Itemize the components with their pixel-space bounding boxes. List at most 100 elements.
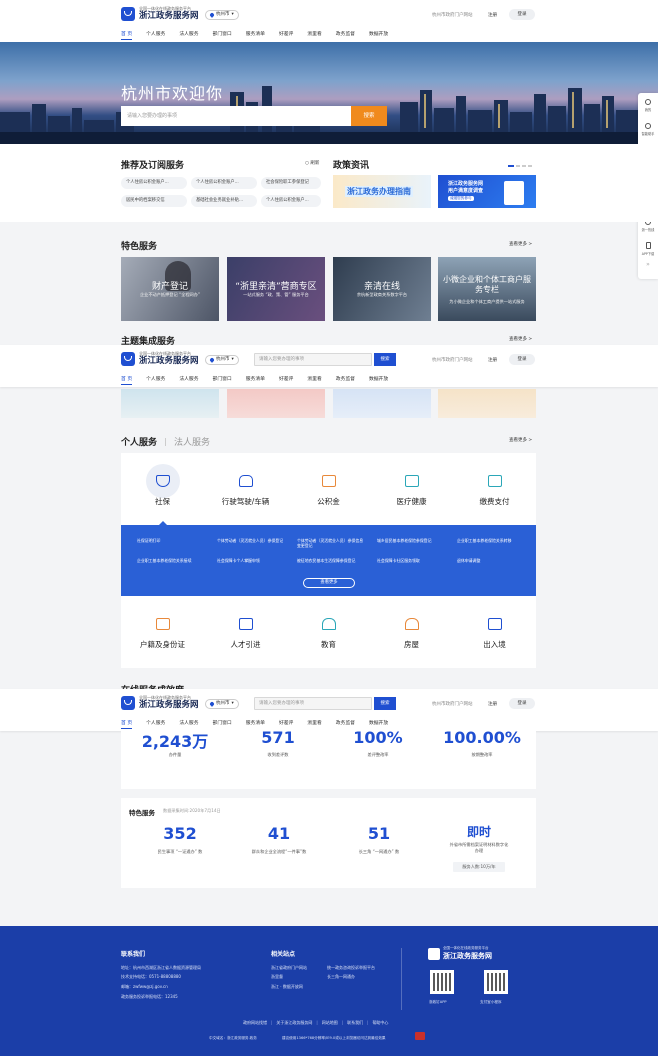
featured-more-link[interactable]: 查看更多 > bbox=[509, 241, 532, 247]
login-button[interactable]: 登录 bbox=[509, 698, 535, 709]
nav-departments[interactable]: 部门窗口 bbox=[213, 375, 232, 385]
register-link[interactable]: 注册 bbox=[488, 12, 497, 18]
nav-open-data[interactable]: 数据开放 bbox=[369, 30, 388, 40]
city-selector[interactable]: 杭州市 ▾ bbox=[205, 699, 239, 709]
site-logo[interactable]: 全国一体化在线政务服务平台 浙江政务服务网 bbox=[121, 6, 199, 21]
panel-link[interactable]: 社保证明打印 bbox=[137, 538, 205, 543]
svc-driving[interactable]: 行驶驾驶/车辆 bbox=[204, 475, 287, 507]
pager-dot-active[interactable] bbox=[508, 165, 514, 167]
tab-personal[interactable]: 个人服务 bbox=[121, 435, 157, 448]
svc-housing[interactable]: 房屋 bbox=[370, 618, 453, 650]
news-banner-survey[interactable]: 浙江政务服务网 用户满意度调查 诚邀您的参与 bbox=[438, 175, 536, 208]
nav-home[interactable]: 首 页 bbox=[121, 375, 133, 385]
footer-bottom-link[interactable]: 帮助中心 bbox=[372, 1020, 388, 1026]
featured-card-qingqing[interactable]: 亲清在线 余杭新型政商关系数字平台 bbox=[333, 257, 431, 321]
nav-service-list[interactable]: 服务清单 bbox=[246, 375, 265, 385]
theme-card[interactable] bbox=[227, 389, 325, 418]
recommend-chip[interactable]: 居民中的档案移交信 bbox=[121, 195, 187, 207]
hero-search-button[interactable]: 搜索 bbox=[351, 106, 387, 126]
theme-more-link[interactable]: 查看更多 > bbox=[509, 336, 532, 342]
recommend-chip[interactable]: 个人住房公积金账户... bbox=[191, 177, 257, 189]
svc-social-security[interactable]: 社保 bbox=[121, 475, 204, 507]
footer-site-link[interactable]: 浙江省政府门户网站 bbox=[271, 965, 307, 971]
nav-corporate[interactable]: 法人服务 bbox=[179, 375, 198, 385]
register-link[interactable]: 注册 bbox=[488, 357, 497, 363]
header-search-input[interactable]: 请输入您要办理的事项 bbox=[254, 353, 372, 366]
nav-open-data[interactable]: 数据开放 bbox=[369, 375, 388, 385]
nav-rating[interactable]: 好差评 bbox=[279, 375, 293, 385]
recommend-chip[interactable]: 个人住房公积金账户... bbox=[121, 177, 187, 189]
svc-education[interactable]: 教育 bbox=[287, 618, 370, 650]
city-selector[interactable]: 杭州市 ▾ bbox=[205, 355, 239, 365]
panel-link[interactable]: 个体劳动者（灵活就业人员）参保信息变更登记 bbox=[297, 538, 365, 548]
recommend-chip[interactable]: 社会保险职工参保登记 bbox=[261, 177, 321, 189]
recommend-chip[interactable]: 基础社会业务就业补贴... bbox=[191, 195, 257, 207]
header-search-button[interactable]: 搜索 bbox=[374, 353, 396, 366]
theme-card[interactable] bbox=[333, 389, 431, 418]
footer-bottom-link[interactable]: 政府网站找错 bbox=[243, 1020, 267, 1026]
footer-bottom-link[interactable]: 联系我们 bbox=[347, 1020, 363, 1026]
tab-corporate[interactable]: 法人服务 bbox=[174, 435, 210, 448]
header-search-button[interactable]: 搜索 bbox=[374, 697, 396, 710]
nav-personal[interactable]: 个人服务 bbox=[146, 30, 165, 40]
svc-housing-fund[interactable]: 公积金 bbox=[287, 475, 370, 507]
site-logo[interactable]: 全国一体化在线政务服务平台 浙江政务服务网 bbox=[121, 695, 199, 710]
theme-card[interactable] bbox=[121, 389, 219, 418]
float-assistant[interactable]: 智能助手 bbox=[638, 117, 658, 141]
news-pager[interactable] bbox=[508, 165, 532, 167]
refresh-button[interactable]: ○ 刷新 bbox=[305, 160, 319, 166]
panel-link[interactable]: 社会保障卡社区服务领取 bbox=[377, 558, 445, 563]
panel-link[interactable]: 城乡居民基本养老保险参保登记 bbox=[377, 538, 445, 543]
svc-medical[interactable]: 医疗健康 bbox=[370, 475, 453, 507]
float-my[interactable]: 我的 bbox=[638, 93, 658, 117]
hero-search-input[interactable]: 请输入您要办理的事项 bbox=[121, 106, 351, 126]
news-banner-guide[interactable]: 浙江政务办理指南 bbox=[333, 175, 431, 208]
nav-personal[interactable]: 个人服务 bbox=[146, 375, 165, 385]
footer-bottom-link[interactable]: 网站地图 bbox=[322, 1020, 338, 1026]
nav-service-list[interactable]: 服务清单 bbox=[246, 30, 265, 40]
pager-dot[interactable] bbox=[522, 165, 526, 167]
panel-link[interactable]: 被征地农民基本生活保障参保登记 bbox=[297, 558, 365, 563]
featured-card-property[interactable]: 财产登记 企业不动产抵押登记 “全程网办” bbox=[121, 257, 219, 321]
nav-rating[interactable]: 好差评 bbox=[279, 30, 293, 40]
nav-corporate[interactable]: 法人服务 bbox=[179, 30, 198, 40]
panel-more-button[interactable]: 查看更多 bbox=[303, 578, 355, 588]
nav-supervision[interactable]: 政务监督 bbox=[336, 375, 355, 385]
svc-talent[interactable]: 人才引进 bbox=[204, 618, 287, 650]
svc-payment[interactable]: 缴费支付 bbox=[453, 475, 536, 507]
double-chevron-icon[interactable]: » bbox=[638, 261, 658, 277]
featured-card-smb[interactable]: 小微企业和个体工商户服务专栏 为小微企业和个体工商户提供一站式服务 bbox=[438, 257, 536, 321]
nav-home[interactable]: 首 页 bbox=[121, 30, 133, 40]
portal-link[interactable]: 杭州市政府门户网站 bbox=[432, 701, 473, 707]
footer-site-link[interactable]: 浙里督 bbox=[271, 974, 283, 980]
panel-link[interactable]: 企业职工基本养老保险关系接续 bbox=[137, 558, 205, 563]
header-search-input[interactable]: 请输入您要办理的事项 bbox=[254, 697, 372, 710]
portal-link[interactable]: 杭州市政府门户网站 bbox=[432, 357, 473, 363]
float-app[interactable]: APP下载 bbox=[638, 237, 658, 261]
login-button[interactable]: 登录 bbox=[509, 354, 535, 365]
pager-dot[interactable] bbox=[528, 165, 532, 167]
city-selector[interactable]: 杭州市 ▾ bbox=[205, 10, 239, 20]
nav-zhelikan[interactable]: 浙里看 bbox=[307, 30, 321, 40]
recommend-chip[interactable]: 个人住房公积金账户... bbox=[261, 195, 321, 207]
nav-zhelikan[interactable]: 浙里看 bbox=[307, 375, 321, 385]
login-button[interactable]: 登录 bbox=[509, 9, 535, 20]
featured-card-business[interactable]: “浙里亲清”营商专区 一站式服务 “政、策、管” 服务平台 bbox=[227, 257, 325, 321]
pager-dot[interactable] bbox=[516, 165, 520, 167]
nav-departments[interactable]: 部门窗口 bbox=[213, 30, 232, 40]
portal-link[interactable]: 杭州市政府门户网站 bbox=[432, 12, 473, 18]
panel-link[interactable]: 社会保障卡个人掌握申领 bbox=[217, 558, 285, 563]
footer-site-link[interactable]: 浙江 · 数据开放网 bbox=[271, 984, 303, 990]
panel-link[interactable]: 个体劳动者（灵活就业人员）参保登记 bbox=[217, 538, 285, 543]
site-logo[interactable]: 全国一体化在线政务服务平台 浙江政务服务网 bbox=[121, 351, 199, 366]
panel-link[interactable]: 退休申请调整 bbox=[457, 558, 525, 563]
personal-more-link[interactable]: 查看更多 > bbox=[509, 437, 532, 443]
panel-link[interactable]: 企业职工基本养老保险关系转移 bbox=[457, 538, 525, 543]
footer-site-link[interactable]: 统一政务咨询投诉举报平台 bbox=[327, 965, 375, 971]
footer-bottom-link[interactable]: 关于浙江政务服务网 bbox=[276, 1020, 312, 1026]
nav-supervision[interactable]: 政务监督 bbox=[336, 30, 355, 40]
register-link[interactable]: 注册 bbox=[488, 701, 497, 707]
svc-household[interactable]: 户籍及身份证 bbox=[121, 618, 204, 650]
footer-site-link[interactable]: 长三角一网通办 bbox=[327, 974, 355, 980]
svc-exit-entry[interactable]: 出入境 bbox=[453, 618, 536, 650]
